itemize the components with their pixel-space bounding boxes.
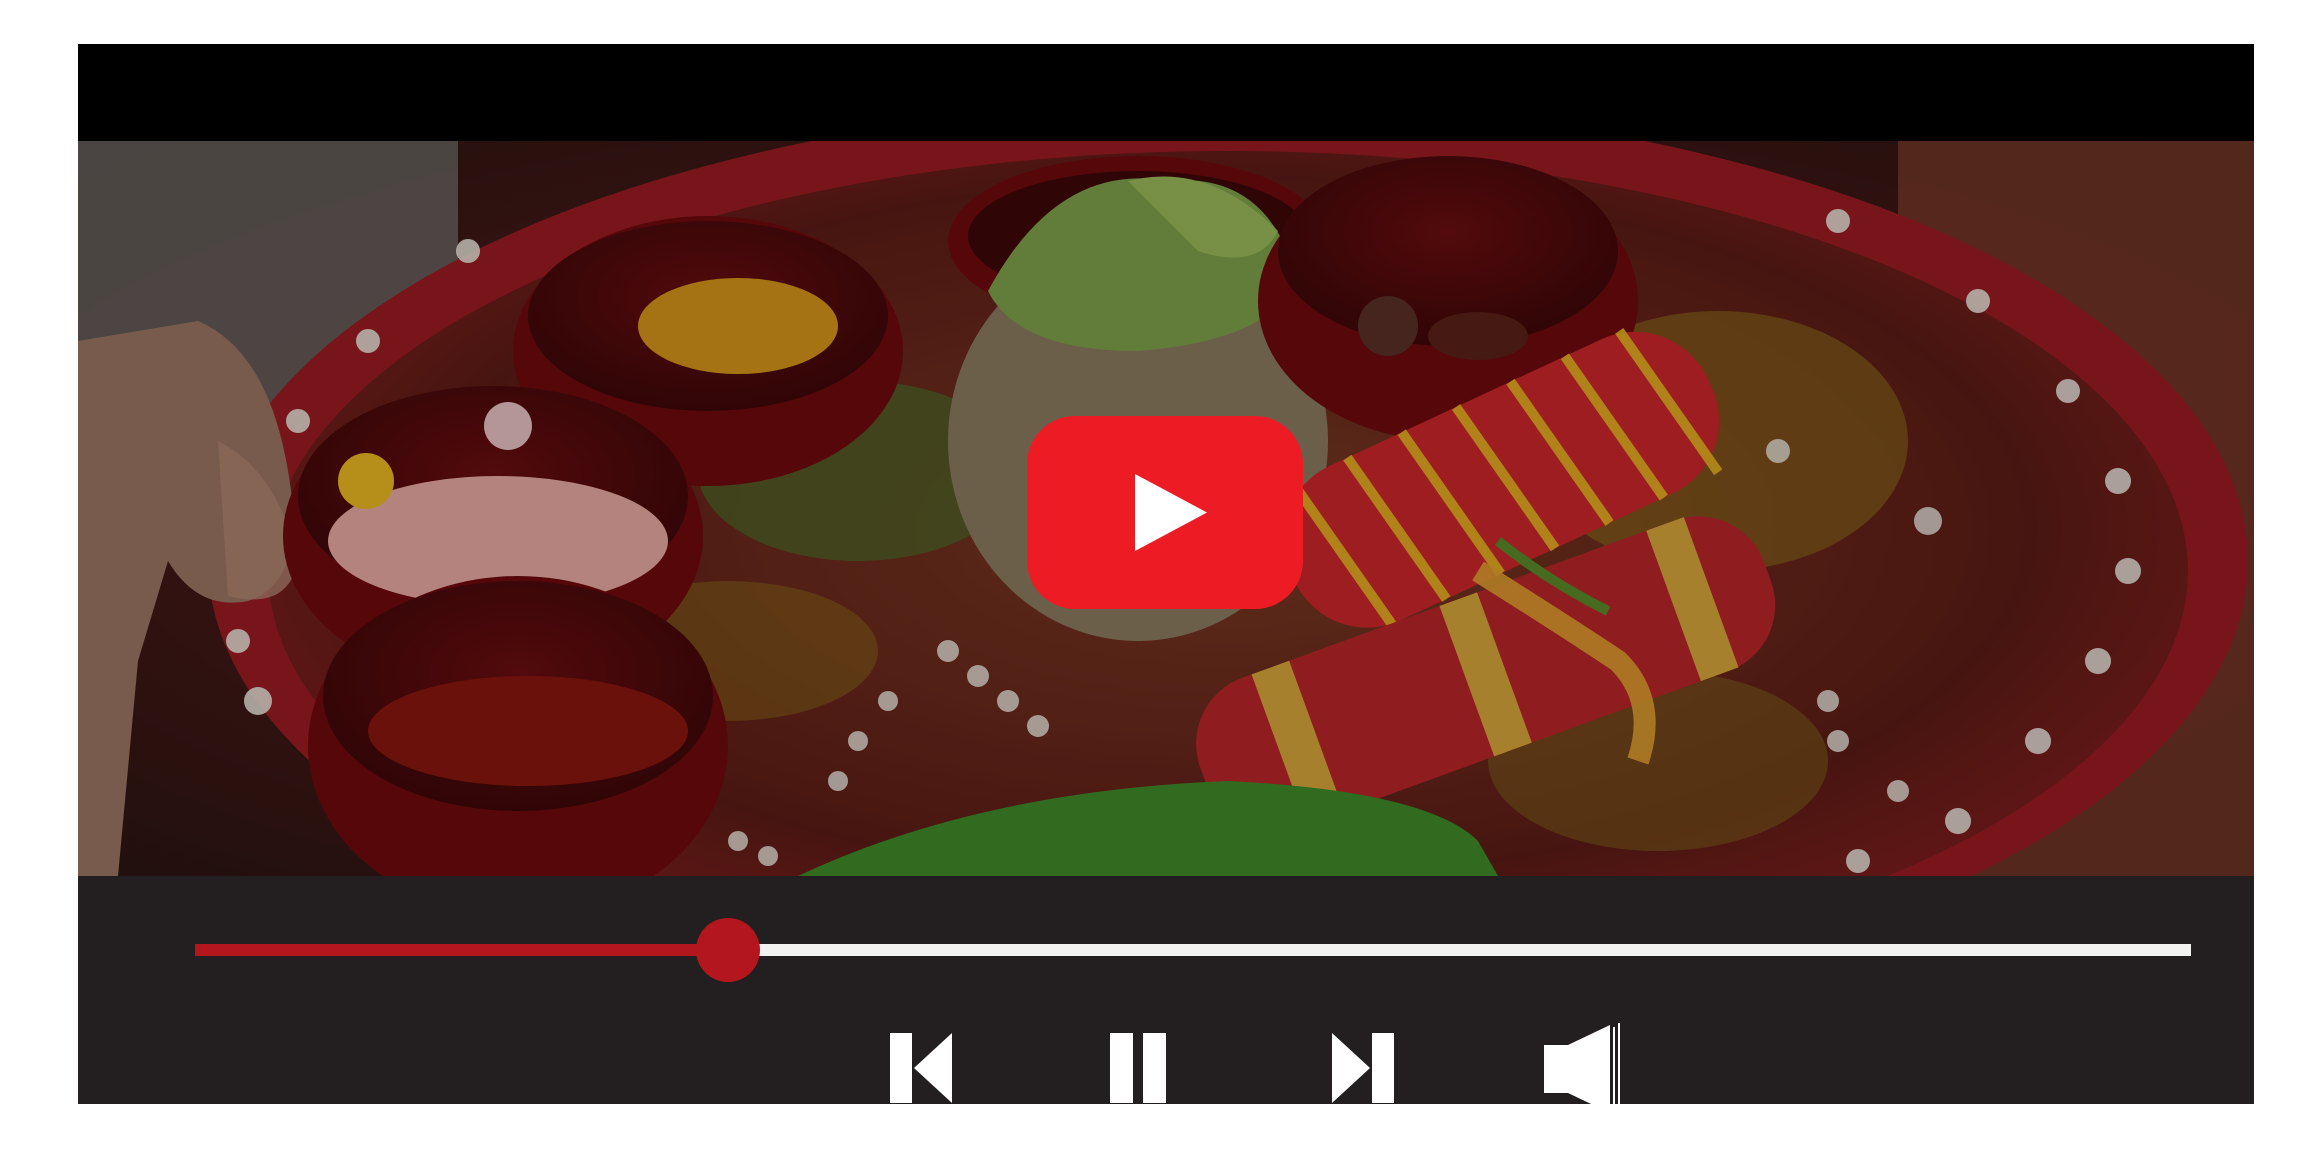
progress-bar[interactable] [195, 918, 2191, 982]
play-button[interactable] [1027, 416, 1303, 609]
play-icon [1027, 416, 1303, 609]
progress-played [195, 944, 728, 956]
skip-next-icon [1332, 1033, 1394, 1103]
control-bar [78, 876, 2254, 1115]
previous-button[interactable] [886, 1028, 956, 1108]
volume-button[interactable] [1542, 1023, 1622, 1115]
video-player [78, 44, 2254, 1115]
skip-previous-icon [890, 1033, 952, 1103]
video-frame[interactable] [78, 141, 2254, 876]
volume-icon [1544, 1023, 1620, 1115]
player-top-bar [78, 44, 2254, 141]
pause-button[interactable] [1108, 1028, 1178, 1108]
next-button[interactable] [1330, 1028, 1400, 1108]
pause-icon [1110, 1033, 1166, 1103]
progress-handle[interactable] [695, 918, 760, 982]
